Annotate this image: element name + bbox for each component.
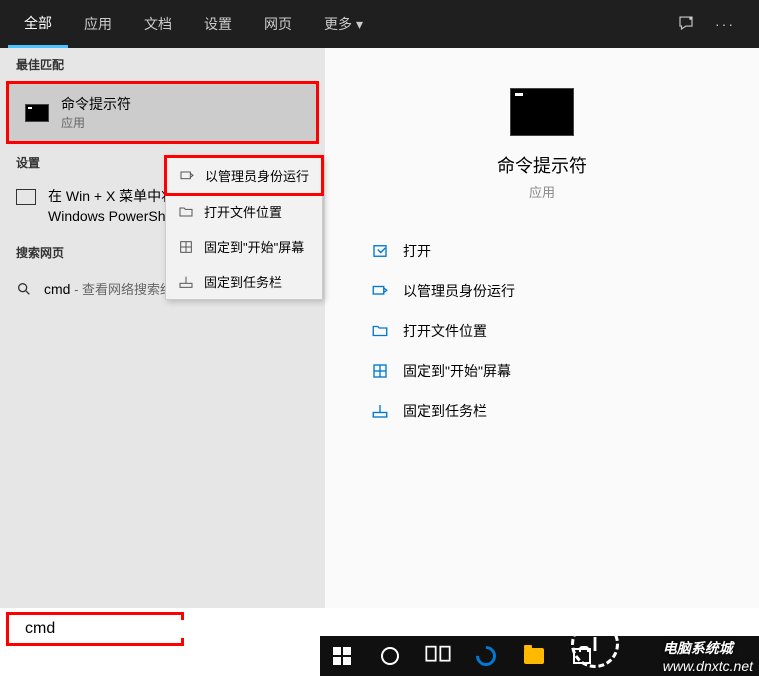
action-pin-start-label: 固定到"开始"屏幕: [403, 361, 511, 381]
preview-title: 命令提示符: [355, 152, 729, 178]
folder-open-icon: [178, 204, 194, 220]
pin-start-icon: [371, 362, 389, 380]
action-open-label: 打开: [403, 241, 431, 261]
tab-web[interactable]: 网页: [248, 0, 308, 48]
preview-app-icon: [510, 88, 574, 136]
start-button[interactable]: [328, 642, 356, 670]
edge-browser-icon[interactable]: [472, 642, 500, 670]
feedback-icon[interactable]: [677, 14, 695, 35]
web-query: cmd: [44, 281, 70, 297]
ctx-pin-start-label: 固定到"开始"屏幕: [204, 237, 304, 256]
tab-more-label: 更多: [324, 14, 352, 34]
ctx-run-as-admin[interactable]: 以管理员身份运行: [167, 158, 321, 193]
watermark-text: 电脑系统城 www.dnxtc.net: [663, 638, 753, 674]
results-panel: 最佳匹配 命令提示符 应用 设置 在 Win + X 菜单中将命令提示符替换为 …: [0, 48, 325, 608]
search-icon: [16, 281, 32, 297]
shield-icon: [371, 282, 389, 300]
search-box[interactable]: [6, 612, 184, 646]
ellipsis-icon[interactable]: ···: [715, 16, 735, 32]
task-view-button[interactable]: [424, 642, 452, 670]
action-open-file-location[interactable]: 打开文件位置: [365, 311, 729, 351]
result-subtitle: 应用: [61, 114, 131, 131]
ctx-pin-to-start[interactable]: 固定到"开始"屏幕: [166, 229, 322, 264]
action-run-admin-label: 以管理员身份运行: [403, 281, 515, 301]
action-pin-to-taskbar[interactable]: 固定到任务栏: [365, 391, 729, 431]
best-match-result[interactable]: 命令提示符 应用: [9, 84, 316, 141]
folder-open-icon: [371, 322, 389, 340]
action-run-as-admin[interactable]: 以管理员身份运行: [365, 271, 729, 311]
context-menu: 以管理员身份运行 打开文件位置 固定到"开始"屏幕 固定到任务栏: [165, 156, 323, 300]
action-pin-to-start[interactable]: 固定到"开始"屏幕: [365, 351, 729, 391]
tab-documents[interactable]: 文档: [128, 0, 188, 48]
watermark-logo: [571, 620, 619, 668]
search-input[interactable]: [25, 620, 232, 638]
chevron-down-icon: ▾: [356, 16, 363, 33]
action-open[interactable]: 打开: [365, 231, 729, 271]
ctx-open-location-label: 打开文件位置: [204, 202, 282, 221]
ctx-run-admin-label: 以管理员身份运行: [205, 166, 309, 185]
tab-all[interactable]: 全部: [8, 0, 68, 48]
shield-icon: [179, 168, 195, 184]
cmd-icon: [25, 104, 49, 122]
ctx-pin-to-taskbar[interactable]: 固定到任务栏: [166, 264, 322, 299]
tab-more[interactable]: 更多 ▾: [308, 0, 379, 48]
tab-apps[interactable]: 应用: [68, 0, 128, 48]
action-pin-taskbar-label: 固定到任务栏: [403, 401, 487, 421]
search-category-tabs: 全部 应用 文档 设置 网页 更多 ▾ ···: [0, 0, 759, 48]
preview-subtitle: 应用: [355, 182, 729, 201]
tab-settings[interactable]: 设置: [188, 0, 248, 48]
file-explorer-icon[interactable]: [520, 642, 548, 670]
action-open-location-label: 打开文件位置: [403, 321, 487, 341]
result-title: 命令提示符: [61, 94, 131, 114]
pin-taskbar-icon: [178, 274, 194, 290]
open-icon: [371, 242, 389, 260]
cortana-button[interactable]: [376, 642, 404, 670]
preview-panel: 命令提示符 应用 打开 以管理员身份运行 打开文件位置: [325, 48, 759, 608]
monitor-icon: [16, 189, 36, 205]
section-best-match: 最佳匹配: [0, 48, 325, 79]
ctx-open-file-location[interactable]: 打开文件位置: [166, 194, 322, 229]
pin-start-icon: [178, 239, 194, 255]
pin-taskbar-icon: [371, 402, 389, 420]
ctx-pin-taskbar-label: 固定到任务栏: [204, 272, 282, 291]
